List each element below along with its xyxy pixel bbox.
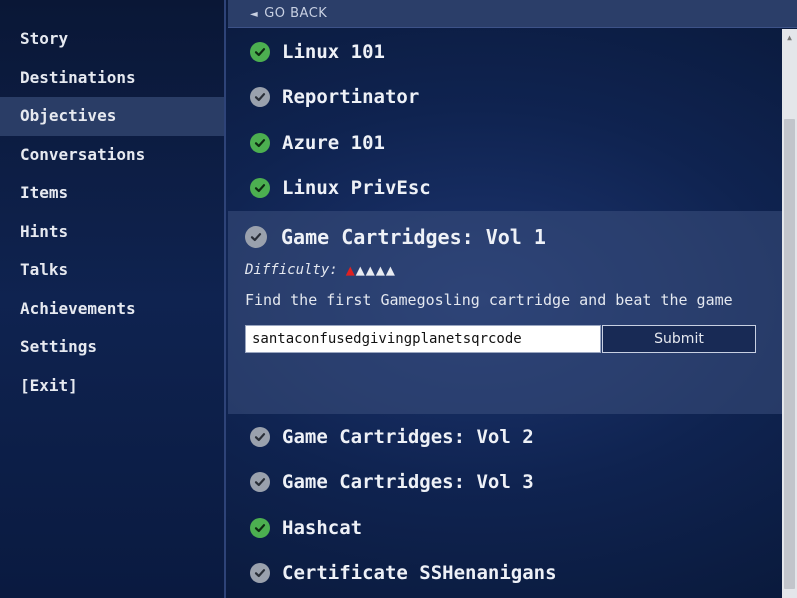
sidebar-item-items[interactable]: Items bbox=[0, 174, 224, 213]
submit-button[interactable]: Submit bbox=[602, 325, 756, 353]
go-back-button[interactable]: ◄ GO BACK bbox=[228, 0, 797, 28]
tree-empty-icon: ▲ bbox=[385, 261, 395, 279]
objective-list: Linux 101 Reportinator Azure 101 Linux P… bbox=[228, 29, 782, 596]
difficulty-trees: ▲ ▲ ▲ ▲ ▲ bbox=[346, 261, 396, 279]
answer-input[interactable] bbox=[245, 325, 601, 353]
tree-empty-icon: ▲ bbox=[355, 261, 365, 279]
sidebar-item-talks[interactable]: Talks bbox=[0, 251, 224, 290]
objective-title: Game Cartridges: Vol 2 bbox=[282, 425, 534, 448]
check-complete-icon bbox=[250, 517, 270, 538]
objective-title: Reportinator bbox=[282, 86, 420, 109]
back-arrow-icon: ◄ bbox=[250, 9, 259, 20]
objectives-panel: ◄ GO BACK Linux 101 Reportinator Azure 10… bbox=[228, 0, 797, 598]
scrollbar[interactable]: ▲ bbox=[782, 29, 797, 598]
check-complete-icon bbox=[250, 178, 270, 199]
difficulty-rating: Difficulty: ▲ ▲ ▲ ▲ ▲ bbox=[245, 261, 764, 279]
objective-title: Azure 101 bbox=[282, 131, 385, 154]
objective-title: Certificate SSHenanigans bbox=[282, 562, 557, 585]
difficulty-label: Difficulty: bbox=[245, 262, 338, 278]
objective-title: Game Cartridges: Vol 1 bbox=[281, 225, 546, 249]
check-incomplete-icon bbox=[250, 563, 270, 584]
check-incomplete-icon bbox=[250, 472, 270, 493]
scrollbar-thumb[interactable] bbox=[784, 119, 795, 589]
objective-item[interactable]: Game Cartridges: Vol 3 bbox=[228, 460, 782, 506]
objective-item[interactable]: Linux 101 bbox=[228, 29, 782, 75]
scroll-up-arrow-icon[interactable]: ▲ bbox=[782, 29, 797, 45]
sidebar-item-objectives[interactable]: Objectives bbox=[0, 97, 224, 136]
objective-description: Find the first Gamegosling cartridge and… bbox=[245, 291, 733, 309]
check-complete-icon bbox=[250, 41, 270, 62]
sidebar-item-destinations[interactable]: Destinations bbox=[0, 59, 224, 98]
check-incomplete-icon bbox=[250, 426, 270, 447]
objective-item[interactable]: Linux PrivEsc bbox=[228, 166, 782, 212]
objective-title: Game Cartridges: Vol 3 bbox=[282, 471, 534, 494]
sidebar-item-settings[interactable]: Settings bbox=[0, 328, 224, 367]
objective-item[interactable]: Certificate SSHenanigans bbox=[228, 551, 782, 597]
objective-item[interactable]: Azure 101 bbox=[228, 120, 782, 166]
go-back-label: GO BACK bbox=[264, 6, 328, 21]
tree-empty-icon: ▲ bbox=[375, 261, 385, 279]
objective-title: Linux 101 bbox=[282, 40, 385, 63]
objectives-screen: Story Destinations Objectives Conversati… bbox=[0, 0, 797, 598]
objective-title: Linux PrivEsc bbox=[282, 177, 431, 200]
sidebar-item-achievements[interactable]: Achievements bbox=[0, 290, 224, 329]
sidebar-nav: Story Destinations Objectives Conversati… bbox=[0, 0, 226, 598]
tree-filled-icon: ▲ bbox=[345, 261, 355, 279]
check-incomplete-icon bbox=[250, 87, 270, 108]
sidebar-item-exit[interactable]: [Exit] bbox=[0, 367, 224, 406]
answer-form: Submit bbox=[245, 325, 756, 353]
sidebar-item-hints[interactable]: Hints bbox=[0, 213, 224, 252]
objective-expanded-header[interactable]: Game Cartridges: Vol 1 bbox=[245, 225, 764, 249]
objective-expanded: Game Cartridges: Vol 1 Difficulty: ▲ ▲ ▲… bbox=[228, 211, 782, 414]
objective-item[interactable]: Reportinator bbox=[228, 75, 782, 121]
sidebar-item-story[interactable]: Story bbox=[0, 20, 224, 59]
objective-title: Hashcat bbox=[282, 516, 363, 539]
check-incomplete-icon bbox=[245, 226, 267, 248]
tree-empty-icon: ▲ bbox=[365, 261, 375, 279]
objective-item[interactable]: Hashcat bbox=[228, 505, 782, 551]
objective-item[interactable]: Game Cartridges: Vol 2 bbox=[228, 414, 782, 460]
check-complete-icon bbox=[250, 132, 270, 153]
sidebar-item-conversations[interactable]: Conversations bbox=[0, 136, 224, 175]
